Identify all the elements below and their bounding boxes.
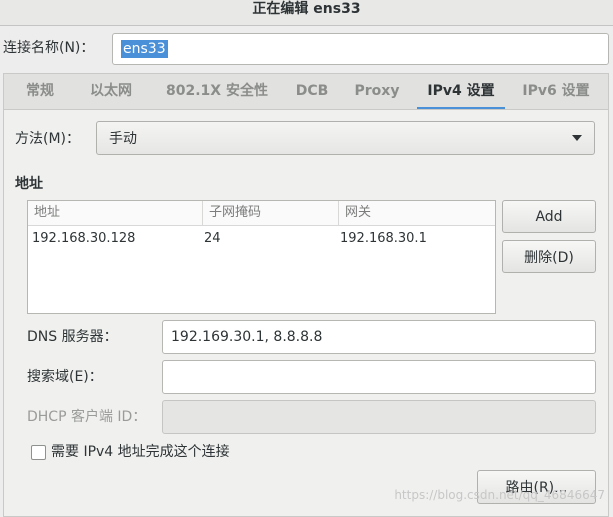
connection-name-label: 连接名称(N)： — [3, 40, 95, 56]
column-header-gateway[interactable]: 网关 — [338, 201, 495, 225]
search-domains-input[interactable] — [162, 360, 596, 394]
table-row[interactable]: 192.168.30.128 24 192.168.30.1 — [28, 227, 495, 251]
dhcp-client-id-input — [162, 400, 596, 434]
tab-8021x-security[interactable]: 802.1X 安全性 — [166, 74, 268, 110]
tab-ipv6-settings[interactable]: IPv6 设置 — [521, 74, 591, 110]
cell-gateway[interactable]: 192.168.30.1 — [336, 227, 427, 251]
window-title: 正在编辑 ens33 — [252, 1, 361, 17]
tab-ethernet[interactable]: 以太网 — [86, 74, 136, 110]
cell-netmask[interactable]: 24 — [200, 227, 221, 251]
delete-button[interactable]: 删除(D) — [502, 240, 596, 273]
chevron-down-icon — [572, 135, 582, 141]
dns-servers-input[interactable]: 192.169.30.1, 8.8.8.8 — [162, 320, 596, 354]
watermark: https://blog.csdn.net/qq_46846647 — [394, 488, 605, 502]
address-table[interactable]: 地址 子网掩码 网关 192.168.30.128 24 192.168.30.… — [27, 200, 496, 314]
cell-address[interactable]: 192.168.30.128 — [28, 227, 135, 251]
address-section-heading: 地址 — [15, 176, 43, 192]
method-label: 方法(M)： — [15, 131, 81, 147]
column-header-netmask[interactable]: 子网掩码 — [202, 201, 338, 225]
method-value: 手动 — [109, 131, 137, 147]
connection-name-input[interactable]: ens33 — [112, 33, 609, 65]
column-header-address[interactable]: 地址 — [28, 201, 202, 225]
dns-servers-value: 192.169.30.1, 8.8.8.8 — [171, 329, 323, 345]
tab-proxy[interactable]: Proxy — [354, 74, 400, 110]
tab-dcb[interactable]: DCB — [294, 74, 330, 110]
tab-general[interactable]: 常规 — [24, 74, 56, 110]
add-button[interactable]: Add — [502, 200, 596, 233]
method-dropdown[interactable]: 手动 — [96, 121, 595, 155]
tab-ipv4-settings[interactable]: IPv4 设置 — [417, 74, 505, 110]
address-table-header: 地址 子网掩码 网关 — [28, 201, 495, 226]
connection-name-value: ens33 — [121, 40, 168, 58]
tab-bar: 常规 以太网 802.1X 安全性 DCB Proxy IPv4 设置 IPv6… — [3, 73, 609, 110]
require-ipv4-label[interactable]: 需要 IPv4 地址完成这个连接 — [51, 442, 230, 462]
dhcp-client-id-label: DHCP 客户端 ID： — [27, 409, 147, 425]
require-ipv4-checkbox[interactable] — [31, 445, 46, 460]
dns-servers-label: DNS 服务器： — [27, 329, 118, 345]
search-domains-label: 搜索域(E)： — [27, 369, 103, 385]
